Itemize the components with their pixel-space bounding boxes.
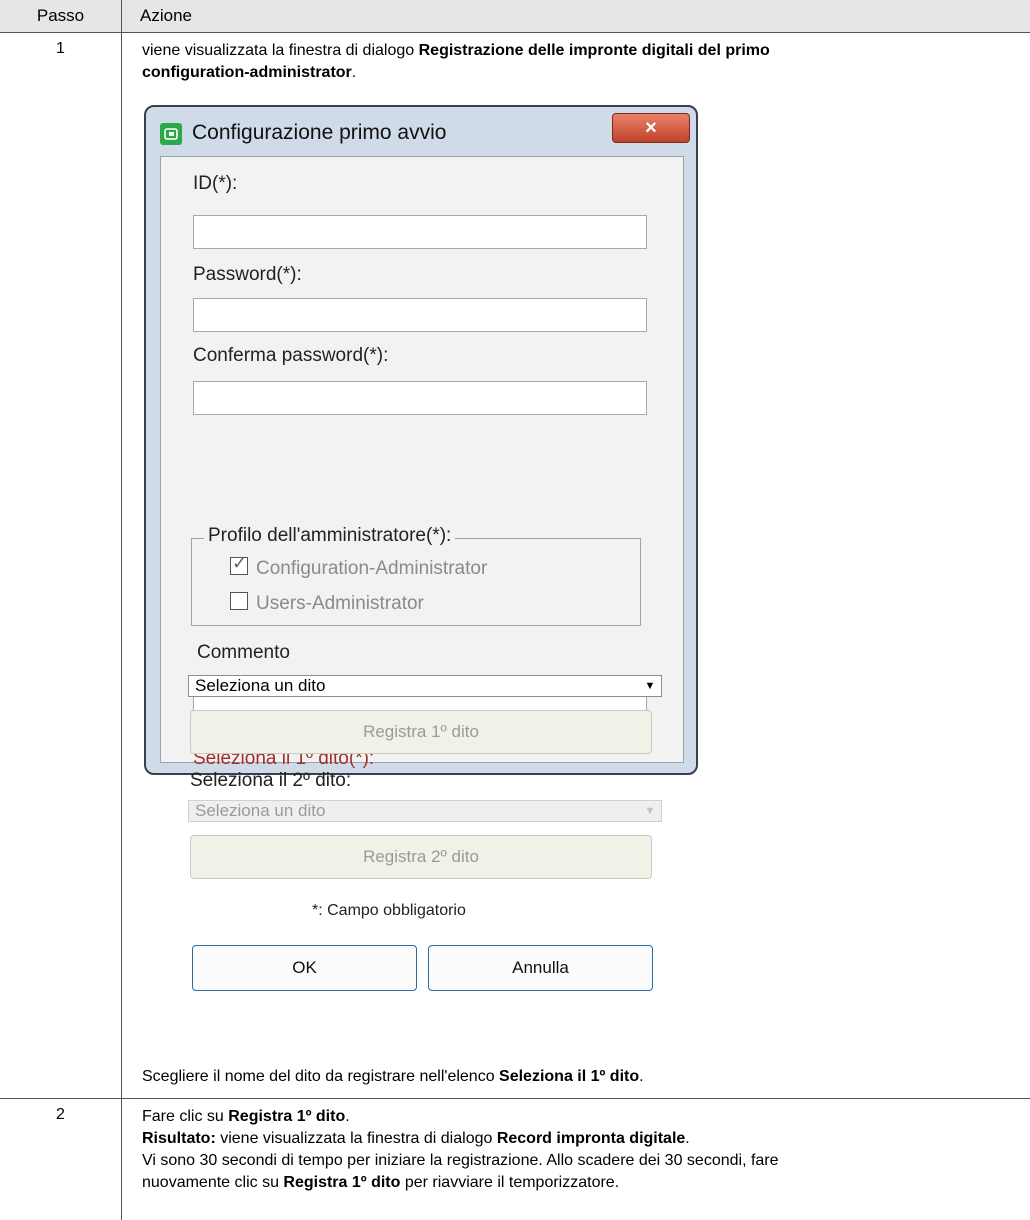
confirm-password-label: Conferma password(*): [193, 345, 389, 366]
comment-label: Commento [197, 642, 290, 663]
step-number: 2 [56, 1106, 65, 1123]
row-divider [0, 1098, 1030, 1099]
required-field-note: *: Campo obbligatorio [312, 902, 466, 919]
check-icon: ✓ [232, 553, 248, 573]
header-divider [0, 32, 1030, 33]
admin-profile-group: Profilo dell'amministratore(*): ✓ Configu… [191, 525, 641, 626]
dialog-body: ID(*): Password(*): Conferma password(*)… [160, 156, 684, 769]
close-button[interactable]: × [612, 113, 690, 143]
chevron-down-icon: ▼ [644, 805, 656, 817]
checkbox-unchecked[interactable] [230, 592, 248, 610]
step2-text: Fare clic su Registra 1º dito. Risultato… [142, 1108, 779, 1191]
record-finger2-button[interactable]: Registra 2º dito [190, 835, 652, 879]
cancel-button[interactable]: Annulla [428, 945, 653, 991]
finger2-select[interactable]: Seleziona un dito ▼ [188, 800, 662, 822]
checkbox-checked[interactable]: ✓ [230, 553, 248, 575]
dialog-titlebar: Configurazione primo avvio × [146, 107, 696, 155]
record-finger1-button[interactable]: Registra 1º dito [190, 710, 652, 754]
procedure-table: Passo Azione 1 viene visualizzata la fin… [0, 0, 1030, 1220]
id-input[interactable] [193, 215, 647, 249]
confirm-password-input[interactable] [193, 381, 647, 415]
id-label: ID(*): [193, 173, 238, 194]
ok-button[interactable]: OK [192, 945, 417, 991]
chevron-down-icon: ▼ [644, 680, 656, 692]
step1-intro: viene visualizzata la finestra di dialog… [142, 42, 770, 81]
dialog-title: Configurazione primo avvio [192, 121, 447, 144]
password-input[interactable] [193, 298, 647, 332]
column-header-step: Passo [0, 0, 121, 32]
column-header-action: Azione [122, 0, 1030, 32]
profile-option-users[interactable]: Users-Administrator [230, 592, 424, 615]
password-label: Password(*): [193, 264, 302, 285]
admin-profile-legend: Profilo dell'amministratore(*): [204, 525, 456, 547]
app-icon [160, 123, 182, 145]
column-divider [121, 0, 122, 1220]
step1-outro: Scegliere il nome del dito da registrare… [142, 1068, 644, 1085]
finger1-select[interactable]: Seleziona un dito ▼ [188, 675, 662, 697]
finger2-label: Seleziona il 2º dito: [190, 770, 352, 791]
step-number: 1 [56, 40, 65, 57]
profile-option-configuration[interactable]: ✓ Configuration-Administrator [230, 553, 487, 580]
